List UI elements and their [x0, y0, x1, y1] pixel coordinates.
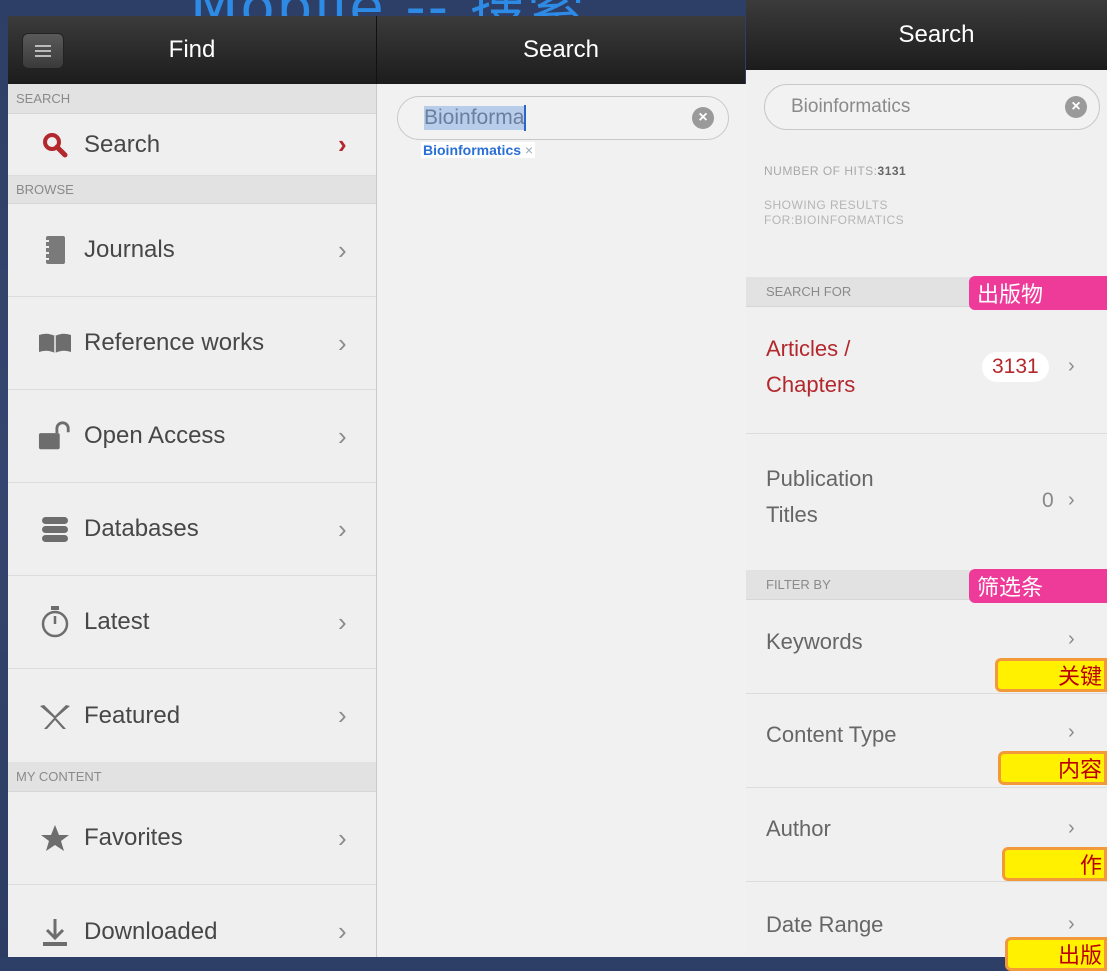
nav-item-reference-works[interactable]: Reference works › [8, 297, 376, 390]
nav-label-featured: Featured [84, 701, 181, 729]
section-header-search: SEARCH [8, 84, 376, 114]
clear-search-icon[interactable]: × [692, 107, 714, 129]
result-publication-titles[interactable]: Publication Titles 0 › [746, 433, 1107, 570]
publication-label: Publication Titles [766, 461, 874, 533]
text-cursor [524, 105, 527, 131]
chevron-right-icon: › [1068, 913, 1075, 935]
chevron-right-icon: › [338, 700, 347, 730]
journal-icon [38, 235, 72, 265]
chevron-right-icon: › [1068, 355, 1075, 377]
nav-item-featured[interactable]: Featured › [8, 669, 376, 762]
search-title: Search [522, 36, 600, 63]
nav-label-search: Search [84, 130, 161, 158]
nav-item-search[interactable]: Search › [8, 114, 376, 176]
publication-line-1: Publication [766, 466, 874, 491]
annotation-content-type: 内容 [998, 751, 1107, 785]
chevron-right-icon: › [338, 420, 347, 451]
nav-label-downloaded: Downloaded [84, 917, 218, 945]
filter-label-date-range: Date Range [766, 912, 884, 937]
find-header: Find [8, 16, 376, 84]
results-panel: Bioinformatics × NUMBER OF HITS:3131 SHO… [746, 70, 1107, 957]
chevron-right-icon: › [1068, 817, 1075, 839]
chevron-right-icon: › [1068, 628, 1075, 650]
hits-label: NUMBER OF HITS: [764, 164, 878, 178]
articles-label: Articles / Chapters [766, 331, 855, 403]
search-header: Search [376, 16, 745, 84]
find-panel: SEARCH Search › BROWSE Journals › Refere… [8, 84, 376, 957]
annotation-author: 作 [1002, 847, 1107, 881]
publication-line-2: Titles [766, 502, 818, 527]
clear-search-icon[interactable]: × [1065, 96, 1087, 118]
hits-value: 3131 [877, 164, 907, 178]
database-icon [38, 516, 72, 542]
search-input-text: Bioinforma [424, 106, 525, 130]
find-title: Find [168, 36, 216, 63]
chevron-right-icon: › [1068, 489, 1075, 511]
filter-label-keywords: Keywords [766, 629, 863, 654]
annotation-date-range: 出版 [1005, 937, 1107, 971]
menu-icon [35, 50, 51, 52]
ribbon-icon [38, 702, 72, 730]
showing-line-2: FOR:BIOINFORMATICS [764, 213, 905, 227]
annotation-keywords: 关键 [995, 658, 1107, 692]
annotation-filter: 筛选条 [969, 569, 1107, 603]
annotation-publications: 出版物 [969, 276, 1107, 310]
chevron-right-icon: › [338, 916, 347, 946]
nav-label-journals: Journals [84, 236, 175, 263]
search-input[interactable]: Bioinforma × [397, 96, 729, 140]
nav-item-latest[interactable]: Latest › [8, 576, 376, 669]
chevron-right-icon: › [338, 606, 347, 637]
chevron-right-icon: › [338, 129, 347, 159]
timer-icon [38, 606, 72, 638]
nav-label-open-access: Open Access [84, 422, 226, 449]
showing-line-1: SHOWING RESULTS [764, 198, 888, 212]
suggestion-text: Bioinformatics [423, 142, 522, 158]
nav-item-downloaded[interactable]: Downloaded › [8, 885, 376, 957]
publication-count: 0 [1042, 489, 1054, 512]
search-panel: Bioinforma × Bioinformatics × [376, 84, 746, 957]
results-title: Search [898, 21, 975, 48]
autocomplete-suggestion[interactable]: Bioinformatics × [421, 142, 536, 158]
chevron-right-icon: › [338, 234, 347, 265]
articles-line-2: Chapters [766, 372, 856, 397]
nav-item-favorites[interactable]: Favorites › [8, 792, 376, 885]
chevron-right-icon: › [338, 513, 347, 544]
results-header: Search [746, 0, 1107, 70]
result-articles-chapters[interactable]: Articles / Chapters 3131 › [746, 307, 1107, 434]
section-header-browse: BROWSE [8, 176, 376, 204]
nav-label-reference-works: Reference works [84, 329, 265, 356]
download-icon [38, 917, 72, 947]
showing-results: SHOWING RESULTS FOR:BIOINFORMATICS [764, 198, 904, 228]
results-search-text: Bioinformatics [791, 96, 911, 117]
menu-button[interactable] [22, 33, 64, 69]
filter-label-author: Author [766, 816, 831, 841]
nav-item-open-access[interactable]: Open Access › [8, 390, 376, 483]
dismiss-suggestion-icon[interactable]: × [525, 142, 533, 158]
results-search-input[interactable]: Bioinformatics × [764, 84, 1100, 130]
articles-line-1: Articles / [766, 336, 851, 361]
star-icon [38, 824, 72, 852]
nav-item-databases[interactable]: Databases › [8, 483, 376, 576]
articles-count-badge: 3131 [982, 352, 1049, 382]
nav-label-latest: Latest [84, 608, 150, 635]
section-header-my-content: MY CONTENT [8, 762, 376, 792]
chevron-right-icon: › [338, 822, 347, 853]
hits-count: NUMBER OF HITS:3131 [764, 164, 906, 178]
search-icon [38, 132, 72, 158]
nav-label-favorites: Favorites [84, 824, 183, 851]
nav-item-journals[interactable]: Journals › [8, 204, 376, 297]
filter-label-content-type: Content Type [766, 722, 897, 747]
chevron-right-icon: › [1068, 721, 1075, 743]
book-icon [38, 332, 72, 354]
chevron-right-icon: › [338, 327, 347, 358]
nav-label-databases: Databases [84, 515, 199, 542]
unlock-icon [38, 421, 72, 451]
